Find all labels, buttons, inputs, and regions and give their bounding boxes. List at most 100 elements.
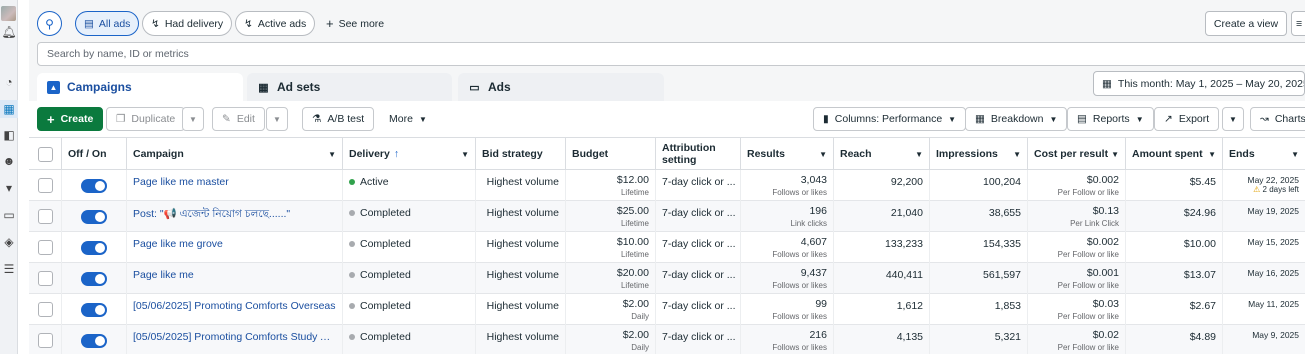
campaign-name-link[interactable]: [05/05/2025] Promoting Comforts Study Ab… [133, 331, 336, 343]
search-input[interactable]: Search by name, ID or metrics [37, 42, 1305, 66]
delivery-status: Completed [360, 269, 411, 281]
create-button[interactable]: + Create [37, 107, 104, 131]
filter-all-ads[interactable]: ▤ All ads [75, 11, 140, 36]
campaign-name-cell: [05/06/2025] Promoting Comforts Overseas [127, 294, 343, 325]
toggle-cell [62, 170, 127, 201]
select-all-checkbox[interactable] [37, 146, 53, 162]
table-row[interactable]: Page like me grove Completed Highest vol… [29, 232, 1305, 263]
breakdown-button[interactable]: ▦ Breakdown ▼ [965, 107, 1068, 131]
cost-per-result-value: $0.002 [1086, 236, 1119, 248]
row-checkbox[interactable] [37, 209, 53, 224]
toggle-cell [62, 201, 127, 232]
campaign-name-link[interactable]: Page like me [133, 269, 336, 281]
campaign-toggle[interactable] [81, 333, 107, 348]
campaign-name-cell: Post: "📢 এজেন্ট নিয়োগ চলছে......" [127, 201, 343, 232]
budget-cell[interactable]: $10.00 Lifetime [566, 232, 656, 263]
menu-icon[interactable]: ☰ [1, 261, 17, 277]
events-icon[interactable]: ◈ [1, 234, 17, 250]
row-checkbox[interactable] [37, 271, 53, 286]
table-row[interactable]: Post: "📢 এজেন্ট নিয়োগ চলছে......" Compl… [29, 201, 1305, 232]
ab-test-button[interactable]: ⚗ A/B test [302, 107, 375, 131]
dashboard-icon[interactable]: ◔ [1, 74, 17, 90]
filter-active-ads[interactable]: ↯ Active ads [235, 11, 316, 36]
amount-spent-value: $2.67 [1189, 300, 1216, 312]
table-row[interactable]: [05/05/2025] Promoting Comforts Study Ab… [29, 325, 1305, 354]
audience-icon[interactable]: ☻ [1, 153, 17, 169]
charts-button[interactable]: ↝ Charts [1250, 107, 1305, 131]
amount-spent-cell: $24.96 [1126, 201, 1223, 232]
filter-had-delivery[interactable]: ↯ Had delivery [142, 11, 233, 36]
results-type: Follows or likes [772, 281, 827, 290]
more-button[interactable]: More ▼ [380, 107, 436, 131]
amount-spent-cell: $10.00 [1126, 232, 1223, 263]
impressions-value: 5,321 [994, 331, 1021, 343]
table-row[interactable]: [05/06/2025] Promoting Comforts Overseas… [29, 294, 1305, 325]
row-checkbox[interactable] [37, 240, 53, 255]
campaign-name-link[interactable]: [05/06/2025] Promoting Comforts Overseas [133, 300, 336, 312]
col-attribution[interactable]: Attribution setting [656, 138, 741, 170]
ends-cell: May 16, 2025 [1223, 263, 1305, 294]
campaign-toggle[interactable] [81, 271, 107, 286]
search-icon: ⚲ [45, 16, 54, 31]
row-select-cell [29, 201, 62, 232]
budget-cell[interactable]: $12.00 Lifetime [566, 170, 656, 201]
row-select-cell [29, 325, 62, 354]
tab-ads[interactable]: ▭ Ads [458, 73, 664, 101]
attribution-value: 7-day click or ... [662, 269, 736, 281]
caret-down-icon: ▼ [915, 149, 923, 159]
edit-button[interactable]: ✎ Edit [212, 107, 265, 131]
bell-icon[interactable]: 🔔︎ [1, 24, 17, 40]
col-off-on[interactable]: Off / On [62, 138, 127, 170]
budget-cell[interactable]: $25.00 Lifetime [566, 201, 656, 232]
campaign-toggle[interactable] [81, 240, 107, 255]
row-checkbox[interactable] [37, 333, 53, 348]
export-button[interactable]: ↗ Export [1154, 107, 1220, 131]
delivery-cell: Completed [343, 294, 476, 325]
table-icon[interactable]: ▦ [1, 101, 17, 117]
duplicate-button[interactable]: ❐ Duplicate [106, 107, 186, 131]
tab-ad-sets[interactable]: ▦ Ad sets [247, 73, 452, 101]
col-budget[interactable]: Budget [566, 138, 656, 170]
table-row[interactable]: Page like me master Active Highest volum… [29, 170, 1305, 201]
row-checkbox[interactable] [37, 302, 53, 317]
columns-button[interactable]: ▮ Columns: Performance ▼ [813, 107, 967, 131]
search-toggle-button[interactable]: ⚲ [37, 11, 62, 36]
settings-sliders-button[interactable]: ≡ [1291, 11, 1305, 36]
col-amount-spent[interactable]: Amount spent ▼ [1126, 138, 1223, 170]
campaign-toggle[interactable] [81, 302, 107, 317]
caret-down-icon: ▼ [189, 114, 197, 124]
pages-icon[interactable]: ◧ [1, 127, 17, 143]
account-avatar[interactable] [1, 6, 16, 21]
row-checkbox[interactable] [37, 178, 53, 193]
col-impressions[interactable]: Impressions ▼ [930, 138, 1028, 170]
create-view-button[interactable]: Create a view [1205, 11, 1287, 36]
caret-down-icon: ▼ [1111, 149, 1119, 159]
col-results[interactable]: Results ▼ [741, 138, 834, 170]
budget-cell[interactable]: $2.00 Daily [566, 325, 656, 354]
billing-icon[interactable]: ▭ [1, 207, 17, 223]
megaphone-icon[interactable]: ▾ [1, 180, 17, 196]
campaign-toggle[interactable] [81, 209, 107, 224]
campaign-name-link[interactable]: Post: "📢 এজেন্ট নিয়োগ চলছে......" [133, 207, 336, 224]
budget-cell[interactable]: $20.00 Lifetime [566, 263, 656, 294]
duplicate-dropdown[interactable]: ▼ [182, 107, 204, 131]
col-cost-per-result[interactable]: Cost per result ▼ [1028, 138, 1126, 170]
reports-button[interactable]: ▤ Reports ▼ [1067, 107, 1154, 131]
col-bid-strategy[interactable]: Bid strategy [476, 138, 566, 170]
table-row[interactable]: Page like me Completed Highest volume $2… [29, 263, 1305, 294]
tab-campaigns[interactable]: ▲ Campaigns [37, 73, 243, 101]
col-delivery[interactable]: Delivery ↑ ▼ [343, 138, 476, 170]
campaign-name-link[interactable]: Page like me grove [133, 238, 336, 250]
export-dropdown[interactable]: ▼ [1222, 107, 1244, 131]
campaign-name-link[interactable]: Page like me master [133, 176, 336, 188]
col-reach[interactable]: Reach ▼ [834, 138, 930, 170]
col-ends[interactable]: Ends ▼ [1223, 138, 1305, 170]
budget-cell[interactable]: $2.00 Daily [566, 294, 656, 325]
bid-strategy-cell: Highest volume [476, 232, 566, 263]
date-range-picker[interactable]: ▦ This month: May 1, 2025 – May 20, 2025… [1093, 71, 1305, 96]
col-campaign[interactable]: Campaign ▼ [127, 138, 343, 170]
edit-dropdown[interactable]: ▼ [266, 107, 288, 131]
see-more-button[interactable]: + See more [326, 11, 384, 36]
bid-strategy-value: Highest volume [486, 207, 559, 219]
campaign-toggle[interactable] [81, 178, 107, 193]
